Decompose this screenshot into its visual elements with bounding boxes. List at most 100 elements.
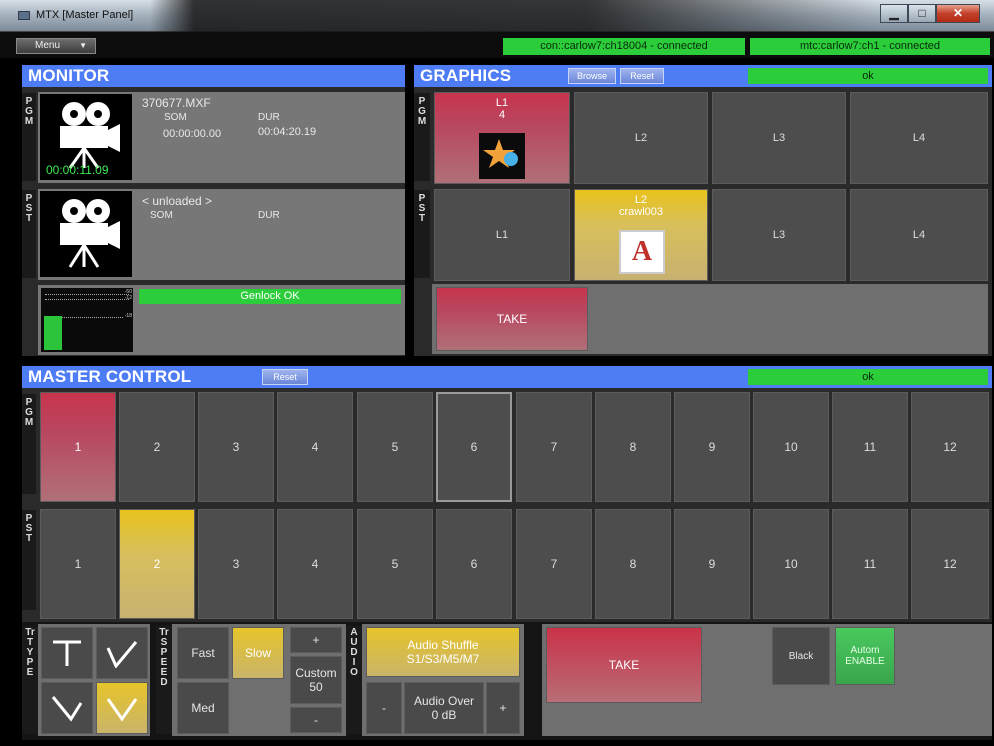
pgm-timecode: 00:00:11.09 [46, 163, 109, 177]
master-pgm-source-7[interactable]: 7 [516, 392, 592, 502]
maximize-button[interactable]: □ [908, 4, 936, 23]
master-pst-source-3[interactable]: 3 [198, 509, 274, 619]
graphics-pst-l2[interactable]: L2 crawl003 A [574, 189, 708, 281]
window-titlebar: MTX [Master Panel] ▁ □ ✕ [0, 0, 994, 32]
speed-fast-button[interactable]: Fast [177, 627, 229, 679]
master-reset-button[interactable]: Reset [262, 369, 308, 385]
close-button[interactable]: ✕ [936, 4, 980, 23]
monitor-title: MONITOR [28, 66, 110, 85]
minimize-button[interactable]: ▁ [880, 4, 908, 23]
master-pgm-source-11[interactable]: 11 [832, 392, 908, 502]
monitor-pgm-label: PGM [22, 93, 36, 181]
custom-label: Custom [295, 666, 337, 680]
layer-thumbnail: A [619, 230, 665, 274]
chevron-down-icon: ▼ [79, 41, 87, 50]
master-pgm-label: PGM [22, 394, 36, 494]
graphics-reset-button[interactable]: Reset [620, 68, 664, 84]
master-pgm-source-12[interactable]: 12 [911, 392, 989, 502]
graphics-pgm-l4[interactable]: L4 [850, 92, 988, 184]
audio-plus-button[interactable]: + [486, 682, 520, 734]
master-pst-source-10[interactable]: 10 [753, 509, 829, 619]
pst-som-label: SOM [150, 210, 173, 221]
monitor-pst-thumbnail[interactable] [40, 191, 132, 277]
cut-transition-icon [53, 640, 81, 666]
master-pst-source-12[interactable]: 12 [911, 509, 989, 619]
transition-mix-button[interactable] [96, 682, 148, 734]
master-pgm-source-5[interactable]: 5 [357, 392, 433, 502]
menu-button[interactable]: Menu ▼ [16, 38, 96, 54]
window-title: MTX [Master Panel] [36, 9, 134, 21]
audio-over-field[interactable]: Audio Over 0 dB [404, 682, 484, 734]
speed-plus-button[interactable]: + [290, 627, 342, 653]
genlock-status: Genlock OK [139, 289, 401, 304]
graphics-pgm-l1[interactable]: L1 4 [434, 92, 570, 184]
master-pst-source-9[interactable]: 9 [674, 509, 750, 619]
master-pst-source-8[interactable]: 8 [595, 509, 671, 619]
master-pgm-source-4[interactable]: 4 [277, 392, 353, 502]
master-pgm-source-8[interactable]: 8 [595, 392, 671, 502]
master-pst-source-2[interactable]: 2 [119, 509, 195, 619]
graphics-title: GRAPHICS [420, 66, 512, 85]
master-pgm-source-1[interactable]: 1 [40, 392, 116, 502]
graphics-pst-l3[interactable]: L3 [712, 189, 846, 281]
speed-minus-button[interactable]: - [290, 707, 342, 733]
pgm-dur-label: DUR [258, 112, 280, 123]
master-pst-source-1[interactable]: 1 [40, 509, 116, 619]
transition-wipe-button[interactable] [96, 627, 148, 679]
browse-button[interactable]: Browse [568, 68, 616, 84]
audio-shuffle-value: S1/S3/M5/M7 [406, 652, 480, 666]
meter-label: -18 [124, 313, 132, 319]
master-pst-source-7[interactable]: 7 [516, 509, 592, 619]
graphics-pgm-l3[interactable]: L3 [712, 92, 846, 184]
master-pgm-source-6[interactable]: 6 [436, 392, 512, 502]
tr-type-label: Tr T Y P E [22, 626, 38, 734]
master-pst-label: PST [22, 510, 36, 610]
graphics-pst-l1[interactable]: L1 [434, 189, 570, 281]
pgm-som-label: SOM [164, 112, 187, 123]
speed-med-button[interactable]: Med [177, 682, 229, 734]
graphics-pst-l4[interactable]: L4 [850, 189, 988, 281]
graphics-status: ok [748, 68, 988, 84]
graphics-pgm-l2[interactable]: L2 [574, 92, 708, 184]
master-pgm-source-2[interactable]: 2 [119, 392, 195, 502]
speed-custom-field[interactable]: Custom 50 [290, 656, 342, 704]
custom-value: 50 [309, 680, 323, 694]
audio-label: AUDIO [346, 626, 362, 734]
black-button[interactable]: Black [772, 627, 830, 685]
app-icon [18, 11, 30, 20]
autom-enable-button[interactable]: Autom ENABLE [835, 627, 895, 685]
master-status: ok [748, 369, 988, 385]
con-status: con::carlow7:ch18004 - connected [503, 38, 745, 55]
layer-label: L1 [495, 97, 509, 109]
master-pgm-source-9[interactable]: 9 [674, 392, 750, 502]
master-pst-source-6[interactable]: 6 [436, 509, 512, 619]
meter-level [44, 316, 62, 350]
vmix-transition-icon [51, 696, 83, 722]
speed-slow-button[interactable]: Slow [232, 627, 284, 679]
audio-meter: -50 -12 -18 [40, 287, 134, 353]
master-pst-source-4[interactable]: 4 [277, 509, 353, 619]
layer-sub: crawl003 [618, 206, 664, 218]
master-pgm-source-10[interactable]: 10 [753, 392, 829, 502]
transition-cut-button[interactable] [41, 627, 93, 679]
master-pst-source-11[interactable]: 11 [832, 509, 908, 619]
master-pst-source-5[interactable]: 5 [357, 509, 433, 619]
text-a-icon: A [631, 236, 653, 267]
pst-filename: < unloaded > [142, 194, 213, 208]
pst-dur-label: DUR [258, 210, 280, 221]
mix-transition-icon [106, 698, 138, 722]
star-logo-icon [483, 139, 518, 168]
transition-vmix-button[interactable] [41, 682, 93, 734]
autom-label: Autom [850, 645, 880, 656]
window-buttons: ▁ □ ✕ [880, 4, 980, 23]
audio-shuffle-button[interactable]: Audio Shuffle S1/S3/M5/M7 [366, 627, 520, 677]
monitor-pgm-thumbnail[interactable]: 00:00:11.09 [40, 94, 132, 180]
camera-icon [60, 199, 120, 268]
graphics-take-button[interactable]: TAKE [436, 287, 588, 351]
master-pgm-source-3[interactable]: 3 [198, 392, 274, 502]
master-take-button[interactable]: TAKE [546, 627, 702, 703]
meter-line [45, 294, 129, 295]
master-header: MASTER CONTROL Reset ok [22, 366, 992, 388]
graphics-pgm-label: PGM [414, 93, 430, 181]
audio-minus-button[interactable]: - [366, 682, 402, 734]
